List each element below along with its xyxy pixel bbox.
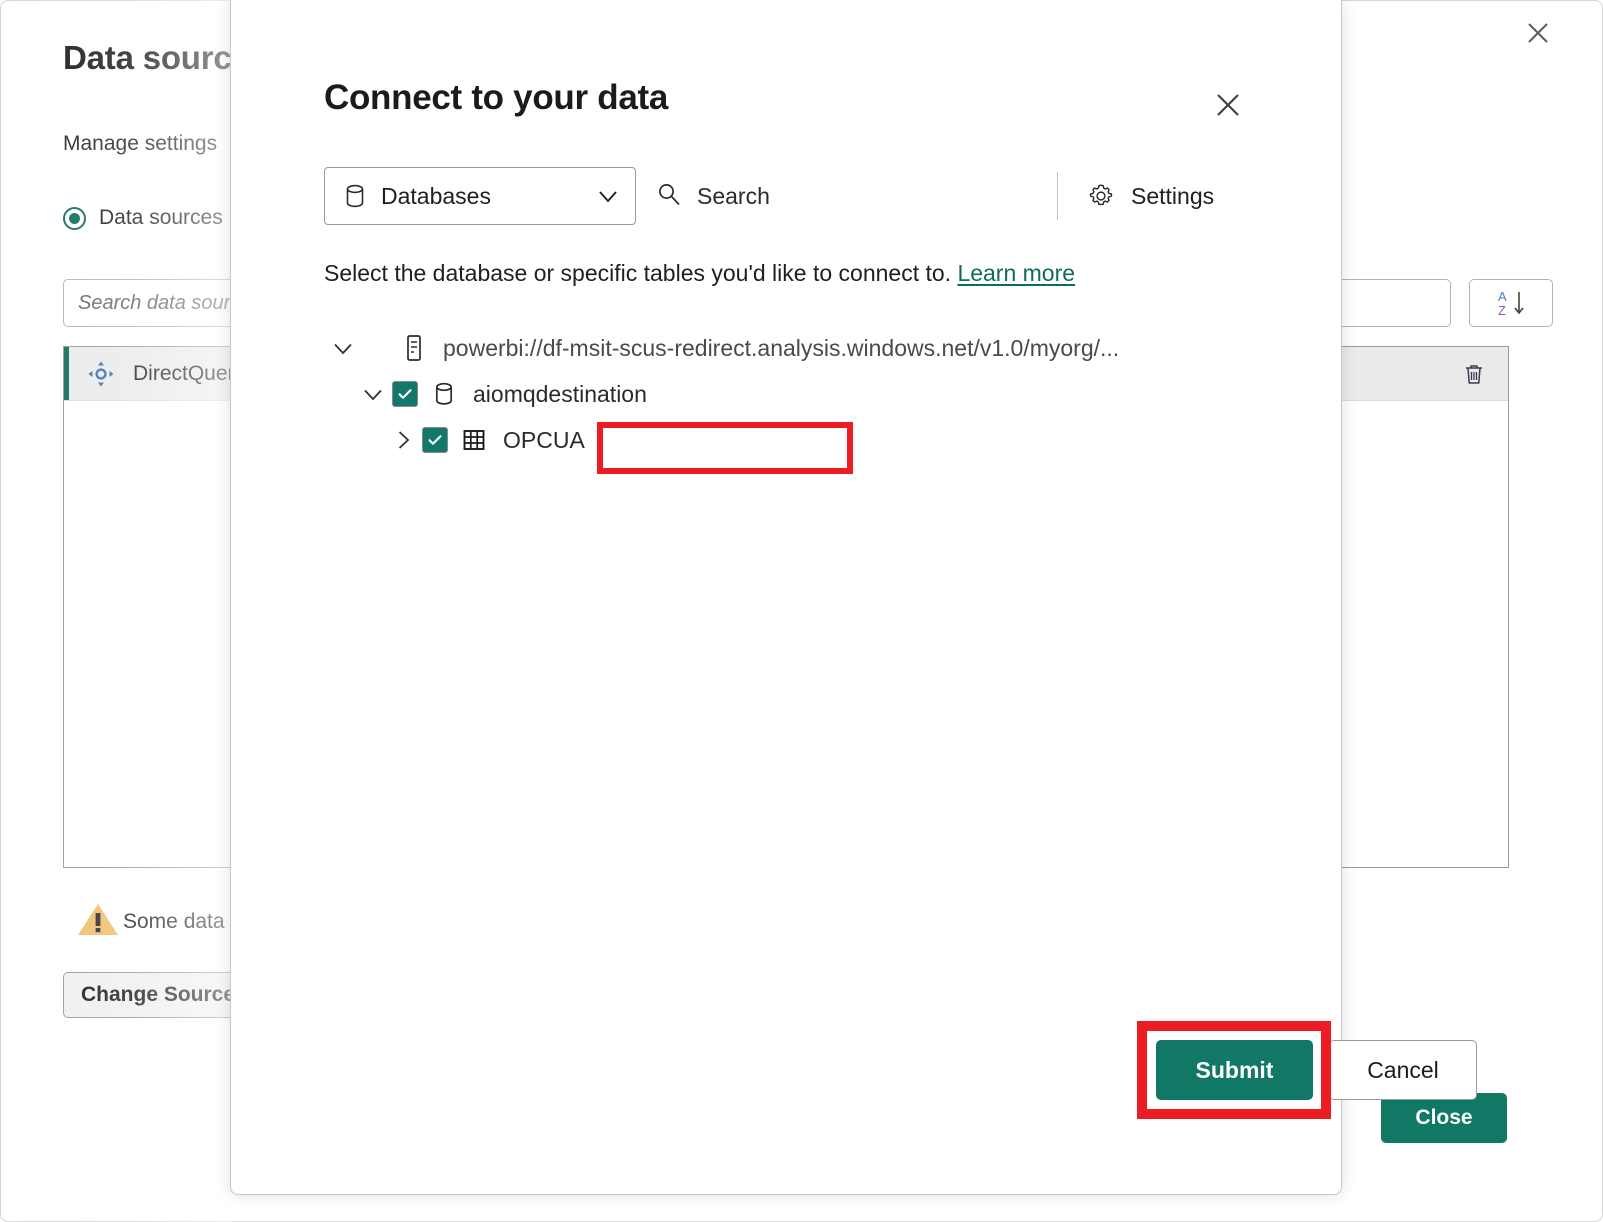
connect-to-data-dialog: Connect to your data Databases Search Se… (230, 0, 1477, 1195)
radio-dot (69, 212, 80, 224)
page-close-icon[interactable] (1516, 11, 1560, 55)
data-tree: powerbi://df-msit-scus-redirect.analysis… (324, 325, 1284, 463)
checkmark-icon (398, 389, 412, 399)
checkmark-icon (428, 435, 442, 445)
tree-item-label: OPCUA (503, 426, 585, 453)
dialog-description: Select the database or specific tables y… (324, 260, 1075, 287)
description-text: Select the database or specific tables y… (324, 260, 952, 286)
search-button[interactable]: Search (655, 167, 770, 225)
chevron-right-icon[interactable] (384, 427, 422, 453)
source-type-dropdown[interactable]: Databases (324, 167, 636, 225)
tree-item-label: aiomqdestination (473, 380, 647, 407)
gear-icon (1086, 181, 1116, 211)
tree-item-server[interactable]: powerbi://df-msit-scus-redirect.analysis… (324, 325, 1284, 371)
chevron-down-icon[interactable] (354, 381, 392, 407)
search-icon (655, 180, 683, 213)
dialog-title: Connect to your data (324, 78, 669, 117)
database-icon (343, 183, 367, 209)
page-subtitle: Manage settings (63, 132, 218, 155)
server-icon (399, 334, 429, 362)
table-icon (459, 427, 489, 453)
tree-item-label: powerbi://df-msit-scus-redirect.analysis… (443, 334, 1120, 361)
learn-more-link[interactable]: Learn more (957, 260, 1075, 286)
settings-button[interactable]: Settings (1057, 166, 1214, 226)
table-row-label: DirectQuery (133, 361, 246, 385)
settings-label: Settings (1131, 182, 1215, 209)
cancel-button[interactable]: Cancel (1329, 1040, 1477, 1100)
toolbar-divider (1057, 172, 1058, 220)
tree-item-database[interactable]: aiomqdestination (324, 371, 1284, 417)
directquery-icon (87, 360, 115, 388)
change-source-button[interactable]: Change Source (63, 972, 254, 1018)
submit-button[interactable]: Submit (1156, 1040, 1313, 1100)
radio-label: Data sources (99, 206, 223, 229)
dropdown-selected-value: Databases (381, 182, 491, 209)
warning-triangle-icon (75, 899, 121, 944)
radio-data-sources[interactable]: Data sources (63, 206, 223, 230)
close-button[interactable]: Close (1381, 1093, 1507, 1143)
svg-text:Z: Z (1498, 303, 1506, 318)
trash-icon[interactable] (1458, 358, 1490, 390)
radio-button[interactable] (63, 206, 86, 230)
sort-az-button[interactable]: A Z (1469, 279, 1553, 327)
tree-item-table[interactable]: OPCUA (324, 417, 1284, 463)
svg-text:A: A (1498, 289, 1507, 304)
tree-item-checkbox[interactable] (422, 427, 448, 453)
chevron-down-icon[interactable] (324, 335, 362, 361)
tree-item-checkbox[interactable] (392, 381, 418, 407)
database-icon (429, 380, 459, 408)
chevron-down-icon[interactable] (595, 183, 621, 209)
sort-az-icon: A Z (1498, 289, 1524, 318)
dialog-close-icon[interactable] (1203, 80, 1253, 130)
row-selection-accent (64, 347, 69, 400)
search-label: Search (697, 182, 770, 209)
